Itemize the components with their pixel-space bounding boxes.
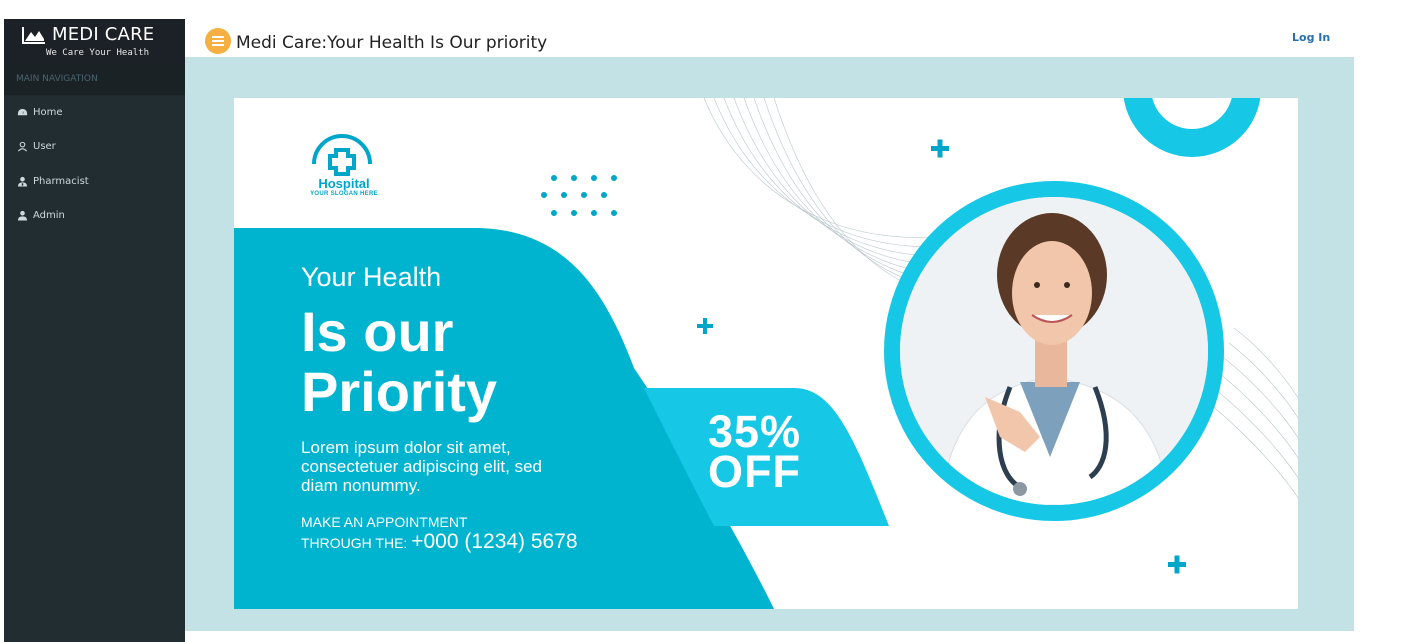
headline-your-health: Your Health — [301, 262, 442, 292]
top-navbar: Medi Care:Your Health Is Our priority Lo… — [185, 19, 1417, 57]
admin-icon — [17, 211, 28, 221]
brand[interactable]: MEDI CARE We Care Your Health — [4, 19, 185, 66]
appointment-text: MAKE AN APPOINTMENT THROUGH THE: +000 (1… — [301, 512, 578, 553]
sidebar-item-admin[interactable]: Admin — [4, 199, 185, 234]
sidebar-item-user[interactable]: User — [4, 130, 185, 165]
discount-badge: 35% OFF — [708, 409, 801, 497]
doctor-photo — [884, 181, 1224, 521]
nav-header: MAIN NAVIGATION — [4, 66, 185, 95]
headline-is-our: Is our — [301, 300, 454, 363]
dashboard-icon — [17, 108, 28, 115]
menu-toggle-button[interactable] — [205, 28, 231, 54]
discount-off: OFF — [708, 446, 801, 497]
sidebar-item-home[interactable]: Home — [4, 95, 185, 130]
main-content: Hospital YOUR SLOGAN HERE Your Health Is… — [185, 57, 1354, 631]
headline-priority: Priority — [301, 360, 498, 423]
body-line: consectetuer adipiscing elit, sed — [301, 457, 542, 476]
brand-subtitle: We Care Your Health — [46, 48, 149, 58]
brand-title: MEDI CARE — [52, 24, 155, 45]
banner-body-text: Lorem ipsum dolor sit amet, consectetuer… — [301, 438, 591, 495]
user-icon — [17, 142, 28, 152]
sidebar-item-label: Admin — [33, 210, 65, 222]
hero-banner: Hospital YOUR SLOGAN HERE Your Health Is… — [234, 98, 1298, 609]
hospital-logo: Hospital YOUR SLOGAN HERE — [299, 176, 389, 197]
area-chart-icon — [22, 27, 45, 44]
hamburger-icon — [212, 36, 224, 46]
appointment-line: THROUGH THE: — [301, 535, 408, 551]
phone-number: +000 (1234) 5678 — [411, 530, 578, 553]
sidebar-item-label: Home — [33, 106, 63, 118]
sidebar-item-label: User — [33, 141, 56, 153]
body-line: diam nonummy. — [301, 476, 421, 495]
sidebar-item-label: Pharmacist — [33, 175, 89, 187]
sidebar-item-pharmacist[interactable]: Pharmacist — [4, 164, 185, 199]
login-link[interactable]: Log In — [1292, 31, 1330, 44]
pharmacist-icon — [17, 176, 28, 187]
doctor-illustration — [900, 197, 1208, 505]
hospital-logo-name: Hospital — [318, 176, 370, 191]
hospital-logo-slogan: YOUR SLOGAN HERE — [310, 191, 378, 197]
sidebar: MEDI CARE We Care Your Health MAIN NAVIG… — [4, 19, 185, 642]
body-line: Lorem ipsum dolor sit amet, — [301, 438, 511, 457]
page-title: Medi Care:Your Health Is Our priority — [236, 33, 548, 53]
appointment-line: MAKE AN APPOINTMENT — [301, 514, 468, 530]
